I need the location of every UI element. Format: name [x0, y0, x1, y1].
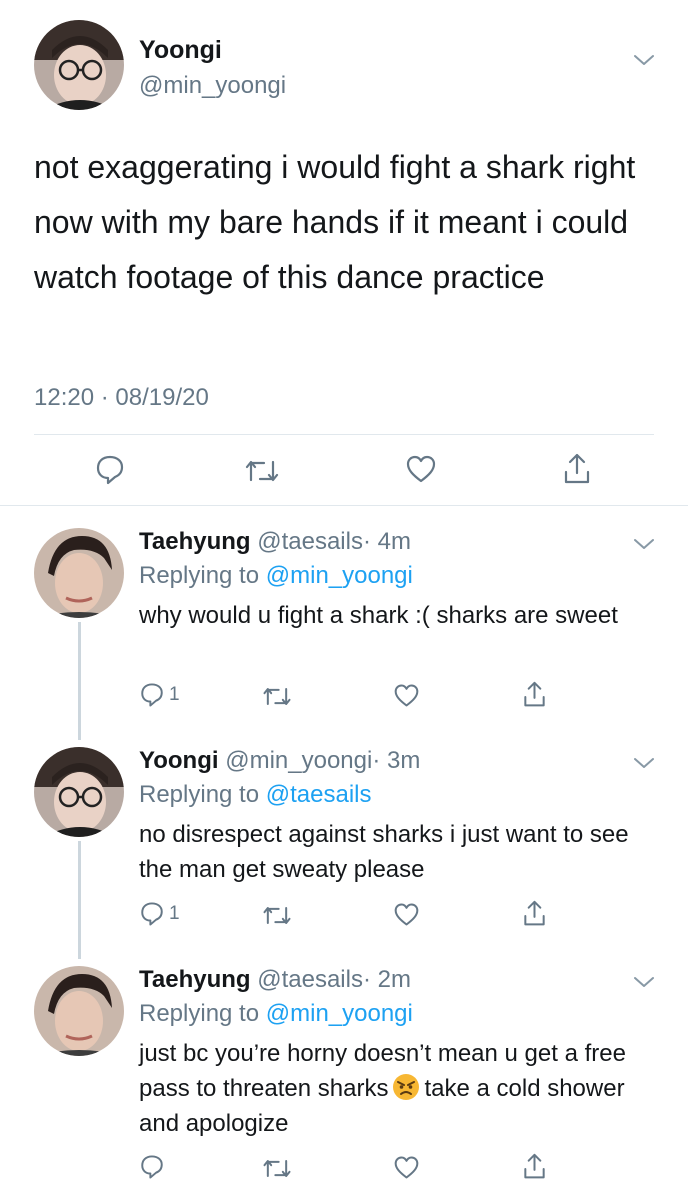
reply-text: why would u fight a shark :( sharks are …: [139, 602, 618, 629]
reply-header: Taehyung @taesails· 2m: [139, 966, 411, 994]
like-button[interactable]: [405, 454, 437, 484]
tweet-text: not exaggerating i would fight a shark r…: [34, 149, 636, 295]
main-tweet: Yoongi @min_yoongi not exaggerating i wo…: [0, 0, 688, 506]
retweet-button[interactable]: [262, 684, 292, 709]
heart-icon: [405, 454, 437, 484]
replying-to: Replying to @min_yoongi: [139, 562, 413, 590]
main-actions-bar: [0, 452, 688, 492]
reply-count: 1: [169, 684, 180, 705]
reply-tweet: Yoongi @min_yoongi· 3m Replying to @taes…: [0, 747, 688, 965]
heart-icon: [393, 902, 420, 927]
share-button[interactable]: [562, 452, 592, 486]
retweet-button[interactable]: [244, 456, 280, 486]
reply-text: just bc you’re horny doesn’t mean u get …: [139, 1036, 659, 1141]
retweet-icon: [262, 903, 292, 928]
heart-icon: [393, 1155, 420, 1180]
author-name[interactable]: Taehyung: [139, 528, 251, 555]
author-name[interactable]: Yoongi: [139, 747, 219, 774]
avatar-yoongi[interactable]: [34, 747, 124, 837]
speech-bubble-icon: [139, 901, 165, 927]
replying-prefix: Replying to: [139, 781, 266, 808]
retweet-icon: [262, 684, 292, 709]
time-ago: · 4m: [362, 528, 411, 555]
reply-button[interactable]: [95, 454, 125, 486]
reply-tweet: Taehyung @taesails· 2m Replying to @min_…: [0, 966, 688, 1200]
like-button[interactable]: [393, 902, 420, 927]
reply-button[interactable]: 1: [139, 901, 180, 927]
divider: [34, 434, 654, 435]
chevron-down-icon[interactable]: [632, 536, 656, 557]
share-icon: [522, 1152, 547, 1181]
author-handle[interactable]: @taesails: [257, 528, 363, 555]
chevron-down-icon[interactable]: [632, 755, 656, 776]
author-handle[interactable]: @min_yoongi: [225, 747, 372, 774]
like-button[interactable]: [393, 1155, 420, 1180]
speech-bubble-icon: [139, 1154, 165, 1180]
chevron-down-icon[interactable]: [632, 974, 656, 995]
replying-to: Replying to @min_yoongi: [139, 1000, 413, 1028]
reply-actions-bar: 1: [0, 899, 688, 935]
avatar-taehyung[interactable]: [34, 528, 124, 618]
mention-link[interactable]: @min_yoongi: [266, 562, 413, 589]
replying-to: Replying to @taesails: [139, 781, 372, 809]
mention-link[interactable]: @taesails: [266, 781, 372, 808]
avatar-yoongi[interactable]: [34, 20, 124, 110]
retweet-icon: [262, 1156, 292, 1181]
share-button[interactable]: [522, 899, 547, 928]
mention-link[interactable]: @min_yoongi: [266, 1000, 413, 1027]
author-handle[interactable]: @min_yoongi: [139, 72, 286, 100]
replying-prefix: Replying to: [139, 562, 266, 589]
reply-tweet: Taehyung @taesails· 4m Replying to @min_…: [0, 528, 688, 746]
time-ago: · 2m: [362, 966, 411, 993]
divider: [0, 505, 688, 506]
heart-icon: [393, 683, 420, 708]
reply-count: 1: [169, 903, 180, 924]
replying-prefix: Replying to: [139, 1000, 266, 1027]
share-icon: [522, 680, 547, 709]
author-name[interactable]: Yoongi: [139, 36, 222, 65]
reply-header: Yoongi @min_yoongi· 3m: [139, 747, 420, 775]
reply-actions-bar: 1: [0, 680, 688, 716]
reply-button[interactable]: 1: [139, 682, 180, 708]
chevron-down-icon[interactable]: [632, 52, 656, 73]
reply-actions-bar: [0, 1152, 688, 1188]
reply-header: Taehyung @taesails· 4m: [139, 528, 411, 556]
share-button[interactable]: [522, 680, 547, 709]
share-button[interactable]: [522, 1152, 547, 1181]
author-handle[interactable]: @taesails: [257, 966, 363, 993]
like-button[interactable]: [393, 683, 420, 708]
retweet-button[interactable]: [262, 903, 292, 928]
reply-button[interactable]: [139, 1154, 165, 1180]
retweet-icon: [244, 456, 280, 486]
reply-text: no disrespect against sharks i just want…: [139, 821, 629, 883]
time-ago: · 3m: [372, 747, 421, 774]
share-icon: [522, 899, 547, 928]
share-icon: [562, 452, 592, 486]
author-name[interactable]: Taehyung: [139, 966, 251, 993]
speech-bubble-icon: [139, 682, 165, 708]
tweet-timestamp[interactable]: 12:20 · 08/19/20: [34, 384, 209, 412]
avatar-taehyung[interactable]: [34, 966, 124, 1056]
angry-face-icon: [392, 1073, 420, 1101]
speech-bubble-icon: [95, 454, 125, 486]
retweet-button[interactable]: [262, 1156, 292, 1181]
